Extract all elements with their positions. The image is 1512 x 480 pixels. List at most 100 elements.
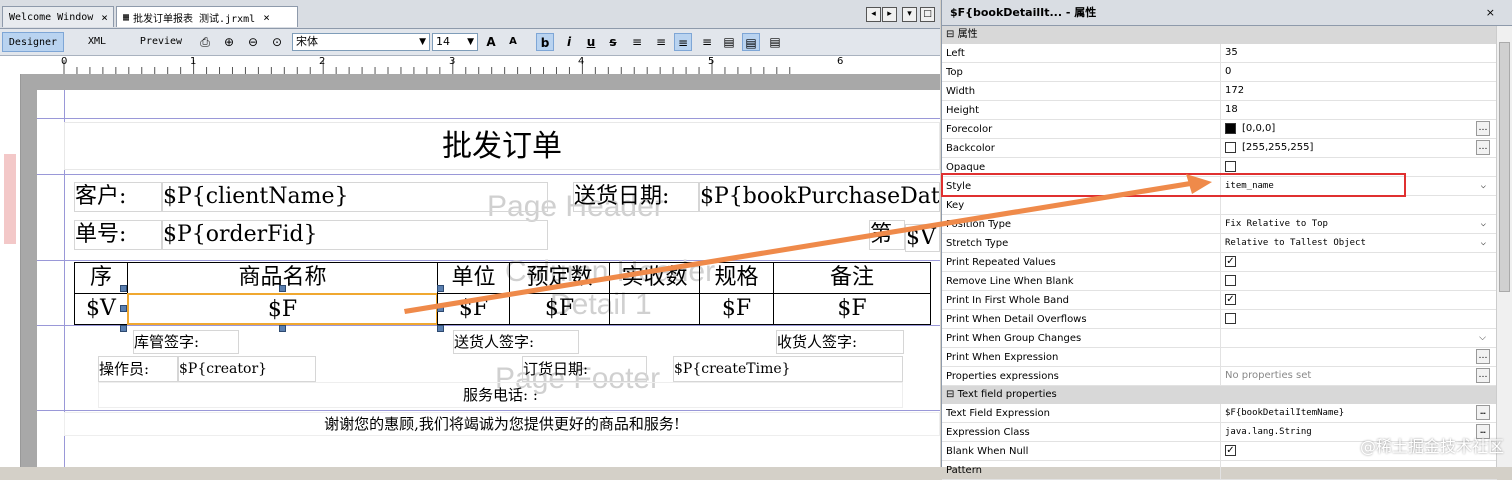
thanks-text[interactable]: 谢谢您的惠顾,我们将竭诚为您提供更好的商品和服务! bbox=[64, 412, 940, 436]
property-value-cell[interactable]: Fix Relative to Top ⌵ bbox=[1220, 215, 1490, 233]
font-increase-icon[interactable]: A bbox=[482, 33, 500, 51]
operator-label[interactable]: 操作员: bbox=[98, 356, 178, 382]
order-number-field[interactable]: $P{orderFid} bbox=[162, 220, 548, 250]
align-justify-icon[interactable]: ≡ bbox=[652, 33, 670, 51]
property-value-cell[interactable]: ✓ bbox=[1220, 291, 1490, 309]
collapse-icon[interactable]: ⊟ bbox=[946, 29, 954, 40]
resize-handle[interactable] bbox=[120, 325, 127, 332]
ellipsis-button[interactable]: … bbox=[1476, 121, 1490, 136]
property-row-print-in-first-whole-band[interactable]: Print In First Whole Band ✓ bbox=[942, 291, 1497, 310]
resize-handle[interactable] bbox=[279, 285, 286, 292]
properties-scrollbar[interactable] bbox=[1496, 26, 1512, 467]
detail-cell[interactable]: $F bbox=[509, 293, 610, 325]
scrollbar-thumb[interactable] bbox=[1499, 42, 1510, 292]
column-header-cell[interactable]: 单位 bbox=[437, 262, 510, 294]
detail-cell[interactable]: $F bbox=[699, 293, 774, 325]
property-value-cell[interactable]: 172 bbox=[1220, 82, 1490, 100]
property-category[interactable]: ⊟ Text field properties bbox=[942, 386, 1497, 404]
property-row-remove-line-when-blank[interactable]: Remove Line When Blank bbox=[942, 272, 1497, 291]
resize-handle[interactable] bbox=[437, 285, 444, 292]
property-value-cell[interactable]: $F{bookDetailItemName}… bbox=[1220, 404, 1490, 422]
selected-detail-field[interactable]: $F bbox=[127, 293, 438, 325]
align-right-icon[interactable]: ≡ bbox=[698, 33, 716, 51]
deliverer-sign-label[interactable]: 送货人签字: bbox=[453, 330, 579, 354]
page-number-label[interactable]: 第 bbox=[869, 220, 905, 250]
underline-icon[interactable]: u bbox=[582, 33, 600, 51]
close-icon[interactable]: × bbox=[101, 11, 108, 24]
property-value-cell[interactable] bbox=[1220, 196, 1490, 214]
checkbox[interactable] bbox=[1225, 160, 1236, 172]
tab-welcome-window[interactable]: Welcome Window × bbox=[2, 6, 114, 27]
property-value-cell[interactable]: No properties set… bbox=[1220, 367, 1490, 385]
property-row-left[interactable]: Left 35 bbox=[942, 44, 1497, 63]
align-left-icon[interactable]: ≡ bbox=[628, 33, 646, 51]
service-phone-field[interactable]: 服务电话: : bbox=[98, 382, 903, 408]
close-icon[interactable]: × bbox=[1486, 0, 1495, 26]
order-number-label[interactable]: 单号: bbox=[74, 220, 162, 250]
property-value-cell[interactable]: … bbox=[1220, 348, 1490, 366]
report-title[interactable]: 批发订单 bbox=[64, 122, 940, 170]
ellipsis-button[interactable]: … bbox=[1476, 349, 1490, 364]
receiver-sign-label[interactable]: 收货人签字: bbox=[776, 330, 904, 354]
property-row-top[interactable]: Top 0 bbox=[942, 63, 1497, 82]
font-size-select[interactable]: 14 ▼ bbox=[432, 33, 478, 51]
property-value-cell[interactable]: ✓ bbox=[1220, 253, 1490, 271]
vertical-bottom-icon[interactable]: ▤ bbox=[766, 33, 784, 51]
chevron-down-icon[interactable]: ⌵ bbox=[1481, 215, 1486, 233]
align-center-icon[interactable]: ≡ bbox=[674, 33, 692, 51]
property-row-text-field-expression[interactable]: Text Field Expression $F{bookDetailItemNa… bbox=[942, 404, 1497, 423]
column-header-cell[interactable]: 备注 bbox=[773, 262, 931, 294]
maximize-icon[interactable]: □ bbox=[920, 7, 935, 22]
property-value-cell[interactable] bbox=[1220, 461, 1490, 479]
property-row-print-when-expression[interactable]: Print When Expression… bbox=[942, 348, 1497, 367]
strikethrough-icon[interactable]: s bbox=[604, 33, 622, 51]
property-value-cell[interactable]: 35 bbox=[1220, 44, 1490, 62]
xml-view-button[interactable]: XML bbox=[72, 32, 122, 52]
property-row-print-when-group-changes[interactable]: Print When Group Changes ⌵ bbox=[942, 329, 1497, 348]
ellipsis-button[interactable]: … bbox=[1476, 140, 1490, 155]
order-date-label[interactable]: 订货日期: bbox=[522, 356, 647, 382]
checkbox[interactable]: ✓ bbox=[1225, 444, 1236, 456]
column-header-cell[interactable]: 实收数 bbox=[609, 262, 700, 294]
property-value-cell[interactable] bbox=[1220, 272, 1490, 290]
ellipsis-button[interactable]: … bbox=[1476, 405, 1490, 420]
tab-list-icon[interactable]: ▾ bbox=[902, 7, 917, 22]
column-header-cell[interactable]: 预定数 bbox=[509, 262, 610, 294]
designer-view-button[interactable]: Designer bbox=[2, 32, 64, 52]
resize-handle[interactable] bbox=[120, 285, 127, 292]
property-category[interactable]: ⊟ 属性 bbox=[942, 26, 1497, 44]
property-value-cell[interactable]: [0,0,0]… bbox=[1220, 120, 1490, 138]
property-row-key[interactable]: Key bbox=[942, 196, 1497, 215]
order-date-field[interactable]: $P{createTime} bbox=[673, 356, 903, 382]
property-row-print-repeated-values[interactable]: Print Repeated Values ✓ bbox=[942, 253, 1497, 272]
detail-cell[interactable]: $F bbox=[773, 293, 931, 325]
italic-icon[interactable]: i bbox=[560, 33, 578, 51]
property-value-cell[interactable]: 18 bbox=[1220, 101, 1490, 119]
zoom-in-icon[interactable]: ⊕ bbox=[220, 33, 238, 51]
warehouse-sign-label[interactable]: 库管签字: bbox=[133, 330, 239, 354]
property-row-print-when-detail-overflows[interactable]: Print When Detail Overflows bbox=[942, 310, 1497, 329]
chevron-down-icon[interactable]: ⌵ bbox=[1481, 234, 1486, 252]
property-row-backcolor[interactable]: Backcolor [255,255,255]… bbox=[942, 139, 1497, 158]
client-label[interactable]: 客户: bbox=[74, 182, 162, 212]
property-row-height[interactable]: Height 18 bbox=[942, 101, 1497, 120]
checkbox[interactable]: ✓ bbox=[1225, 293, 1236, 305]
tab-report-file[interactable]: ▦ 批发订单报表 测试.jrxml × bbox=[116, 6, 298, 27]
resize-handle[interactable] bbox=[437, 305, 444, 312]
delivery-date-field[interactable]: $P{bookPurchaseDate bbox=[699, 182, 940, 212]
property-value-cell[interactable]: 0 bbox=[1220, 63, 1490, 81]
property-row-stretch-type[interactable]: Stretch Type Relative to Tallest Object ⌵ bbox=[942, 234, 1497, 253]
page-number-field[interactable]: $V bbox=[905, 224, 940, 252]
font-name-select[interactable]: 宋体 ▼ bbox=[292, 33, 430, 51]
preview-view-button[interactable]: Preview bbox=[130, 32, 192, 52]
ellipsis-button[interactable]: … bbox=[1476, 368, 1490, 383]
chevron-down-icon[interactable]: ⌵ bbox=[1481, 177, 1486, 195]
property-value-cell[interactable] bbox=[1220, 310, 1490, 328]
property-value-cell[interactable]: [255,255,255]… bbox=[1220, 139, 1490, 157]
checkbox[interactable] bbox=[1225, 312, 1236, 324]
delivery-date-label[interactable]: 送货日期: bbox=[573, 182, 699, 212]
close-icon[interactable]: × bbox=[263, 11, 270, 24]
resize-handle[interactable] bbox=[279, 325, 286, 332]
print-icon[interactable]: ⎙ bbox=[196, 33, 214, 51]
client-field[interactable]: $P{clientName} bbox=[162, 182, 548, 212]
